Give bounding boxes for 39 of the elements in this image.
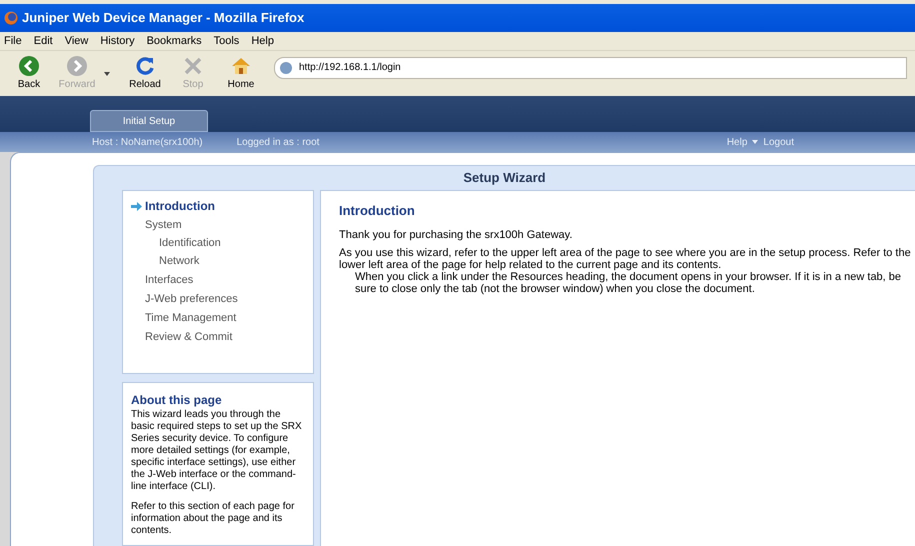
reload-icon	[134, 55, 156, 77]
wizard-step[interactable]: Network	[159, 252, 200, 270]
toolbar-button[interactable]: Reload	[124, 55, 166, 92]
menu-item[interactable]: Help	[251, 32, 274, 50]
menu-item[interactable]: Bookmarks	[146, 32, 202, 50]
host-label: Host : NoName(srx100h)	[92, 136, 203, 150]
site-icon	[279, 60, 293, 74]
toolbar-button[interactable]: Back	[8, 55, 50, 92]
about-text: Refer to this section of each page for information about the page and its contents.	[131, 501, 296, 537]
wizard-step[interactable]: Introduction	[145, 197, 215, 215]
menu-item[interactable]: File	[4, 32, 22, 50]
user-label: Logged in as : root	[236, 136, 320, 150]
home-icon	[230, 55, 252, 77]
wizard-step[interactable]: System	[145, 216, 182, 234]
content-text: When you click a link under the Resources heading, the document opens in your browser. If it is in a new tab, be sure to close only the tab (not the browser window) when you close the document.	[354, 270, 902, 294]
about-title: About this page	[131, 392, 223, 409]
caret-icon	[752, 140, 758, 144]
stop-icon	[182, 55, 204, 77]
wizard-step[interactable]: J-Web preferences	[145, 290, 238, 308]
menu-item[interactable]: Tools	[214, 32, 240, 50]
arrow-icon	[131, 202, 142, 210]
menu-item[interactable]: View	[64, 32, 88, 50]
toolbar-button[interactable]: Home	[220, 55, 262, 92]
tab[interactable]: Initial Setup	[90, 110, 208, 132]
wizard-step[interactable]: Time Management	[145, 310, 236, 326]
wizard-step[interactable]: Review & Commit	[145, 328, 232, 346]
window-title: Juniper Web Device Manager - Mozilla Firefox	[22, 9, 304, 28]
dropdown-caret-icon[interactable]	[104, 72, 110, 76]
wizard-step[interactable]: Identification	[159, 234, 221, 252]
menu-item[interactable]: Edit	[34, 32, 53, 50]
address-field[interactable]: http://192.168.1.1/login	[274, 56, 907, 78]
about-text: This wizard leads you through the basic required steps to set up the SRX Series security device. To configure more detailed settings (for example, specific interface settings), use either the J-Web interface or the command-line interface (CLI).	[131, 409, 303, 493]
wizard-title: Setup Wizard	[463, 169, 546, 188]
wizard-step[interactable]: Interfaces	[145, 272, 194, 288]
content-text: Thank you for purchasing the srx100h Gateway.	[339, 228, 574, 240]
menu-item[interactable]: History	[100, 32, 135, 50]
content-text: As you use this wizard, refer to the upper left area of the page to see where you are in the setup process. Refer to the lower left area of the page for help related to the current page and its contents.	[339, 246, 911, 270]
content-title: Introduction	[339, 202, 416, 220]
browser-logo-icon	[4, 11, 18, 25]
